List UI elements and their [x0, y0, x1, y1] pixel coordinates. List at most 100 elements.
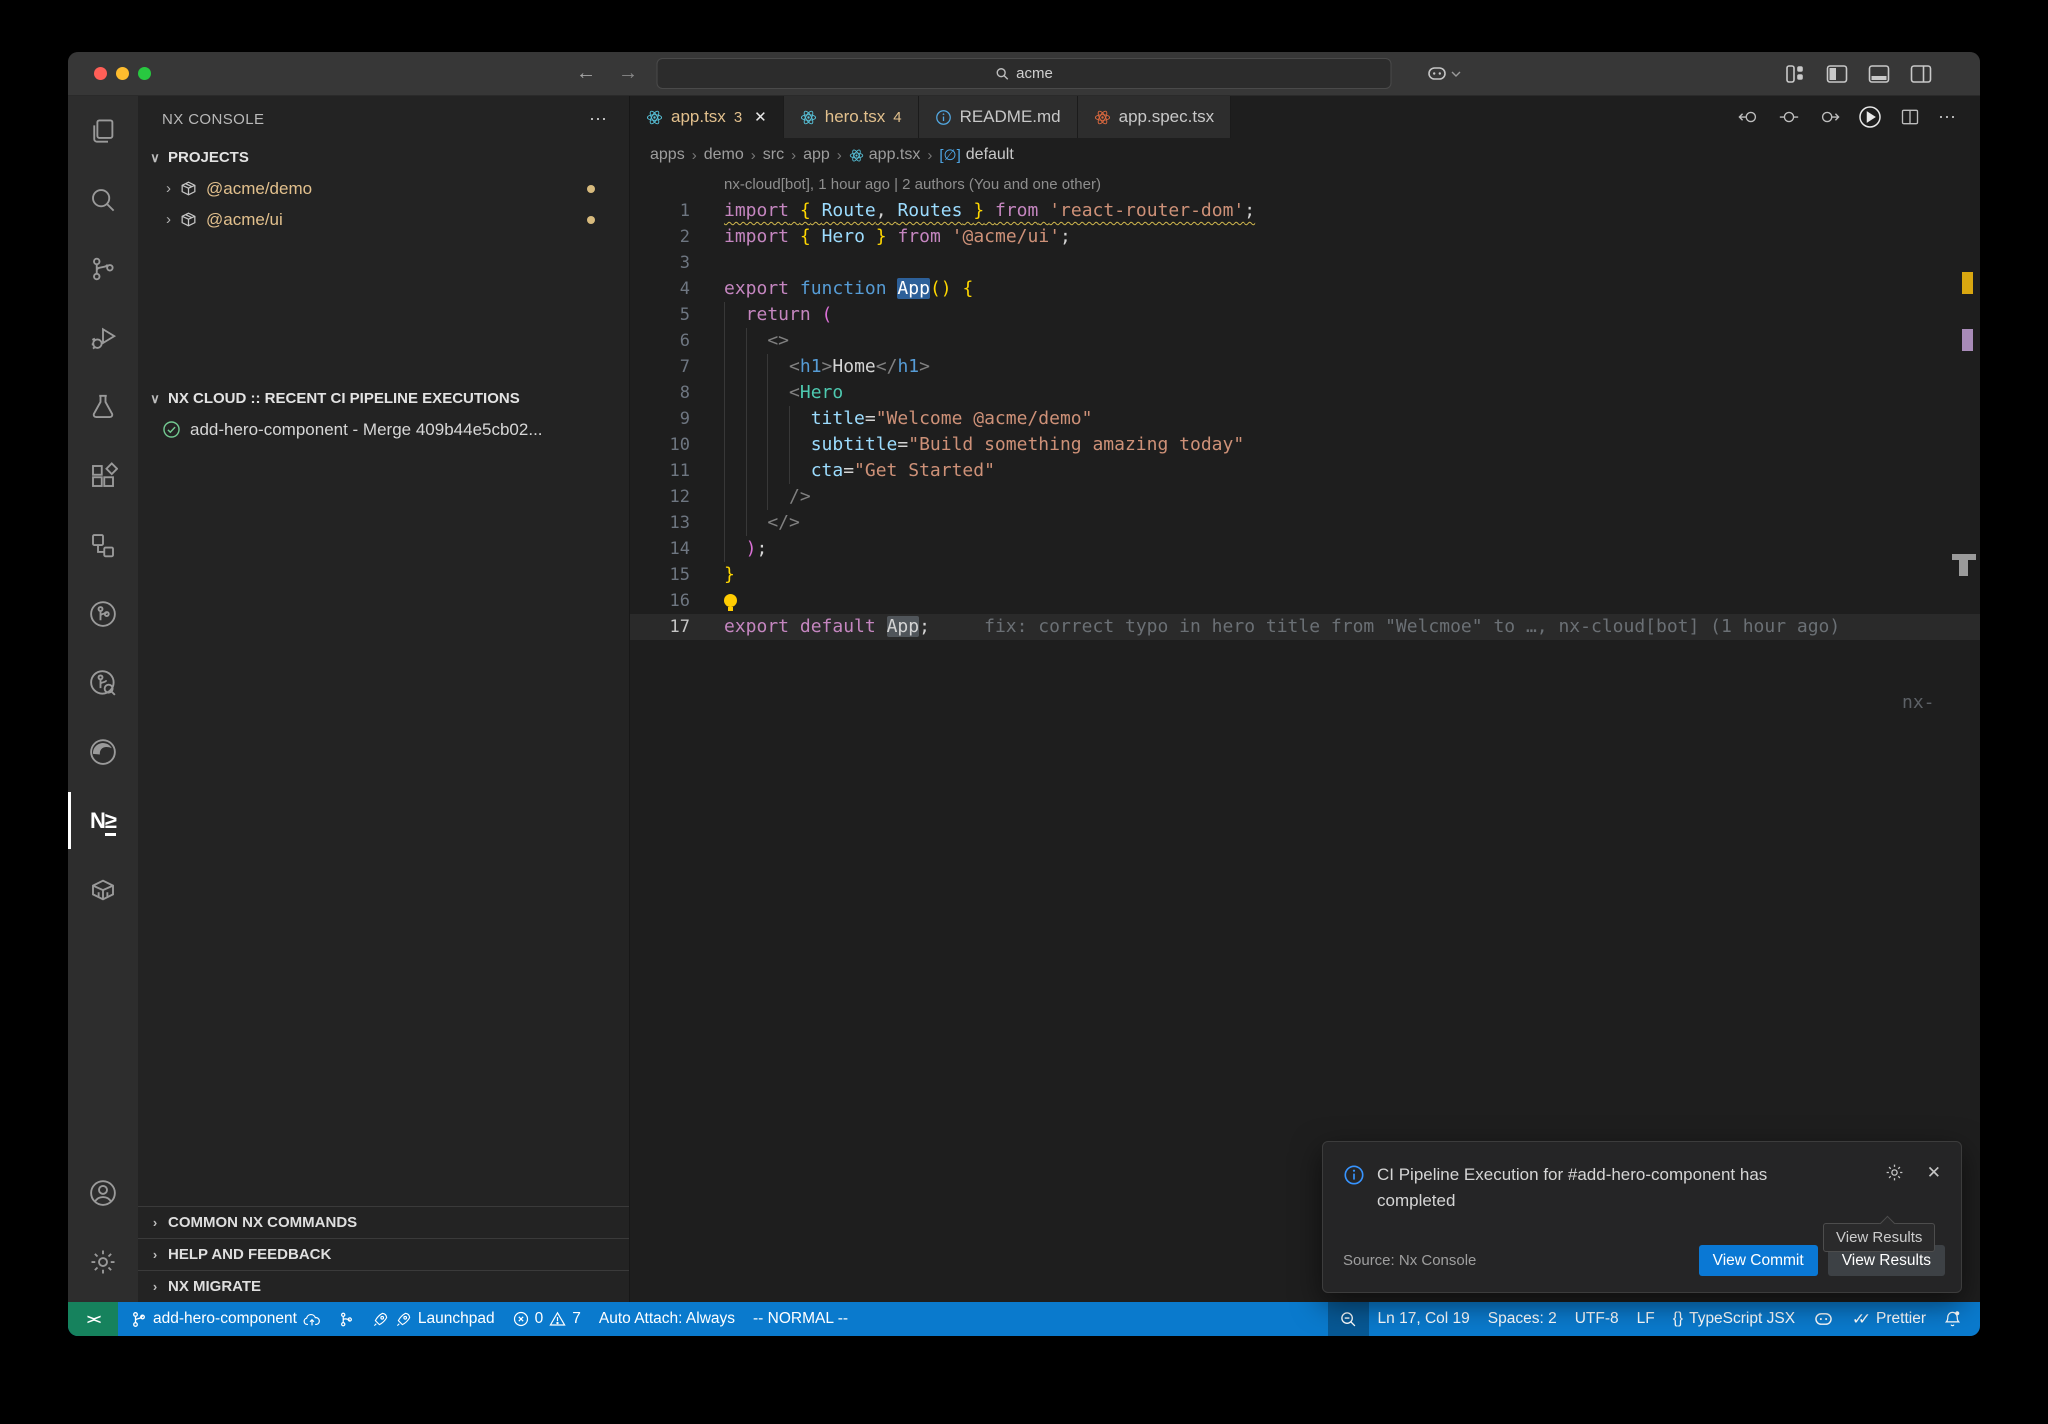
formatter-item[interactable]: ✓✓ Prettier [1843, 1302, 1935, 1336]
settings-gear-icon[interactable] [68, 1227, 138, 1296]
zoom-indicator[interactable] [1328, 1302, 1369, 1336]
minimize-window-button[interactable] [116, 67, 129, 80]
split-editor-icon[interactable] [1900, 107, 1920, 127]
current-change-icon[interactable] [1778, 108, 1800, 126]
toggle-secondary-sidebar-icon[interactable] [1910, 64, 1932, 84]
search-icon[interactable] [68, 165, 138, 234]
close-icon[interactable]: ✕ [1927, 1163, 1941, 1183]
eol-item[interactable]: LF [1628, 1302, 1664, 1336]
code-line[interactable]: 11cta="Get Started" [630, 458, 1980, 484]
toggle-panel-icon[interactable] [1868, 64, 1890, 84]
toggle-primary-sidebar-icon[interactable] [1826, 64, 1848, 84]
tab-app-spec-tsx[interactable]: app.spec.tsx [1078, 96, 1231, 138]
code-line[interactable]: 12/> [630, 484, 1980, 510]
modified-dot [587, 216, 595, 224]
notification-settings-gear-icon[interactable] [1884, 1162, 1905, 1183]
common-nx-commands-section[interactable]: › COMMON NX COMMANDS [138, 1206, 629, 1238]
project-item-acme-demo[interactable]: › @acme/demo [138, 173, 629, 204]
indentation-item[interactable]: Spaces: 2 [1479, 1302, 1566, 1336]
code-line[interactable]: 16 [630, 588, 1980, 614]
vim-mode-item[interactable]: -- NORMAL -- [744, 1302, 857, 1336]
encoding-item[interactable]: UTF-8 [1566, 1302, 1628, 1336]
source-control-icon[interactable] [68, 234, 138, 303]
breadcrumb-item-symbol[interactable]: [∅] default [939, 146, 1013, 164]
code-line[interactable]: 9title="Welcome @acme/demo" [630, 406, 1980, 432]
remote-indicator[interactable]: >< [68, 1302, 118, 1336]
breadcrumb-item[interactable]: app.tsx [849, 146, 921, 164]
code-line[interactable]: 1import { Route, Routes } from 'react-ro… [630, 198, 1980, 224]
more-actions-icon[interactable]: ⋯ [589, 109, 609, 130]
warning-icon [549, 1311, 566, 1327]
code-line[interactable]: 17export default App;fix: correct typo i… [630, 614, 1980, 640]
run-button-icon[interactable] [1858, 105, 1882, 129]
problems-item[interactable]: 0 7 [504, 1302, 590, 1336]
command-center-search[interactable]: acme [657, 58, 1392, 89]
nx-console-icon[interactable]: N≥ [68, 786, 138, 855]
help-feedback-section[interactable]: › HELP AND FEEDBACK [138, 1238, 629, 1270]
customize-layout-icon[interactable] [1785, 64, 1806, 84]
window-controls [94, 67, 151, 80]
code-line[interactable]: 5return ( [630, 302, 1980, 328]
tab-hero-tsx[interactable]: hero.tsx 4 [784, 96, 919, 138]
nx-cloud-section-header[interactable]: ∨ NX CLOUD :: RECENT CI PIPELINE EXECUTI… [138, 383, 629, 414]
overview-ruler-mark [1962, 329, 1973, 351]
code-line[interactable]: 3 [630, 250, 1980, 276]
code-line[interactable]: 13</> [630, 510, 1980, 536]
previous-change-icon[interactable] [1738, 108, 1760, 126]
package-icon [179, 210, 198, 229]
launchpad-item[interactable]: Launchpad [363, 1302, 504, 1336]
code-editor[interactable]: nx-cloud[bot], 1 hour ago | 2 authors (Y… [630, 172, 1980, 1302]
modified-dot [587, 185, 595, 193]
testing-icon[interactable] [68, 372, 138, 441]
line-number: 6 [630, 328, 690, 354]
language-mode-item[interactable]: {} TypeScript JSX [1664, 1302, 1804, 1336]
code-line[interactable]: 14); [630, 536, 1980, 562]
more-actions-icon[interactable]: ⋯ [1938, 107, 1958, 128]
code-line[interactable]: 2import { Hero } from '@acme/ui'; [630, 224, 1980, 250]
chevron-down-icon: ∨ [148, 150, 162, 166]
extensions-icon[interactable] [68, 441, 138, 510]
code-line[interactable]: 4export function App() { [630, 276, 1980, 302]
container-icon[interactable] [68, 855, 138, 924]
git-blame-codelens[interactable]: nx-cloud[bot], 1 hour ago | 2 authors (Y… [724, 172, 1980, 198]
view-commit-button[interactable]: View Commit [1699, 1245, 1818, 1276]
gitlens-icon[interactable] [68, 579, 138, 648]
code-line[interactable]: 8<Hero [630, 380, 1980, 406]
hierarchy-icon[interactable] [68, 510, 138, 579]
nx-migrate-section[interactable]: › NX MIGRATE [138, 1270, 629, 1302]
explorer-icon[interactable] [68, 96, 138, 165]
copilot-menu[interactable] [1426, 65, 1461, 83]
git-branch-item[interactable]: add-hero-component [122, 1302, 330, 1336]
history-forward-button[interactable]: → [618, 62, 638, 85]
breadcrumb-item[interactable]: demo [704, 146, 744, 164]
lightbulb-icon[interactable] [724, 594, 737, 607]
close-window-button[interactable] [94, 67, 107, 80]
code-line[interactable]: 6<> [630, 328, 1980, 354]
maximize-window-button[interactable] [138, 67, 151, 80]
chevron-right-icon: › [148, 1215, 162, 1230]
swirl-icon[interactable] [68, 717, 138, 786]
breadcrumb-item[interactable]: app [803, 146, 830, 164]
history-back-button[interactable]: ← [576, 62, 596, 85]
commit-graph-icon[interactable] [68, 648, 138, 717]
breadcrumb-item[interactable]: src [763, 146, 784, 164]
copilot-status-item[interactable] [1804, 1302, 1843, 1336]
code-line[interactable]: 15} [630, 562, 1980, 588]
projects-section-header[interactable]: ∨ PROJECTS [138, 142, 629, 173]
pipeline-execution-item[interactable]: add-hero-component - Merge 409b44e5cb02.… [138, 414, 629, 445]
auto-attach-item[interactable]: Auto Attach: Always [590, 1302, 744, 1336]
notifications-bell-item[interactable] [1935, 1302, 1970, 1336]
close-icon[interactable]: ✕ [754, 108, 767, 126]
code-line[interactable]: 7<h1>Home</h1> [630, 354, 1980, 380]
tab-readme-md[interactable]: README.md [919, 96, 1078, 138]
code-line[interactable]: 10subtitle="Build something amazing toda… [630, 432, 1980, 458]
git-graph-item[interactable] [330, 1302, 363, 1336]
account-icon[interactable] [68, 1158, 138, 1227]
next-change-icon[interactable] [1818, 108, 1840, 126]
chevron-down-icon: ∨ [148, 391, 162, 407]
run-debug-icon[interactable] [68, 303, 138, 372]
tab-app-tsx[interactable]: app.tsx 3 ✕ [630, 96, 784, 138]
project-item-acme-ui[interactable]: › @acme/ui [138, 204, 629, 235]
cursor-position-item[interactable]: Ln 17, Col 19 [1369, 1302, 1479, 1336]
breadcrumb-item[interactable]: apps [650, 146, 685, 164]
